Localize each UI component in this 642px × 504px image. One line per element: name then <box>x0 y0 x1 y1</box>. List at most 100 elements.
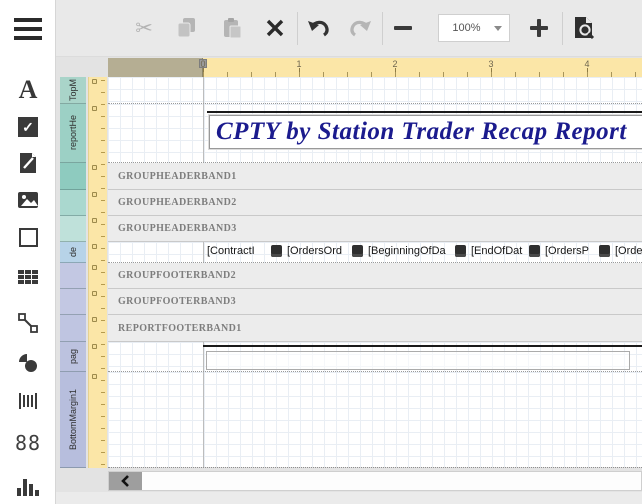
data-field-row: [ContractI [OrdersOrd [BeginningOfDa [En… <box>207 243 642 259</box>
data-field[interactable]: [ContractI <box>207 245 269 257</box>
data-field[interactable]: [Order <box>615 245 642 257</box>
band-label-strip: TopM reportHe de pag BottomMargin1 <box>60 77 86 468</box>
checkbox-tool-button[interactable]: ✓ <box>0 110 56 144</box>
chevron-left-icon <box>120 474 132 488</box>
band-bar-groupheaderband2[interactable]: GROUPHEADERBAND2 <box>108 190 642 216</box>
richtext-tool-button[interactable] <box>0 146 56 180</box>
band-label-bottom-margin[interactable]: BottomMargin1 <box>60 372 86 468</box>
band-top-margin[interactable] <box>108 77 642 104</box>
toolbar-separator <box>382 12 383 45</box>
shape-icon <box>18 353 38 373</box>
data-field[interactable]: [EndOfDat <box>471 245 527 257</box>
panel-tool-button[interactable] <box>0 220 56 254</box>
undo-button[interactable] <box>300 8 338 48</box>
text-icon: A <box>19 75 38 105</box>
toolbar-separator <box>297 12 298 45</box>
text-tool-button[interactable]: A <box>0 73 56 107</box>
table-tool-button[interactable] <box>0 260 56 294</box>
bar-chart-icon <box>17 479 39 496</box>
data-field-icon <box>271 245 282 257</box>
print-preview-icon <box>572 15 596 41</box>
barcode-icon <box>18 392 38 410</box>
scroll-left-button[interactable] <box>109 472 142 490</box>
data-field[interactable]: [OrdersOrd <box>287 245 350 257</box>
toolbox-sidebar: A ✓ 88 <box>0 0 56 504</box>
data-field[interactable]: [OrdersP <box>545 245 597 257</box>
header-rule-line[interactable] <box>207 111 642 113</box>
delete-button[interactable] <box>256 8 294 48</box>
menu-button[interactable] <box>14 18 42 40</box>
cut-button[interactable]: ✂ <box>125 8 163 48</box>
band-bar-groupheaderband1[interactable]: GROUPHEADERBAND1 <box>108 163 642 190</box>
band-data[interactable]: [ContractI [OrdersOrd [BeginningOfDa [En… <box>108 242 642 263</box>
report-title-textbox[interactable]: CPTY by Station Trader Recap Report <box>209 115 642 149</box>
preview-button[interactable] <box>565 8 603 48</box>
report-title: CPTY by Station Trader Recap Report <box>216 118 627 145</box>
zoom-out-button[interactable] <box>386 8 420 48</box>
data-field-icon <box>599 245 610 257</box>
ruler-number: 4 <box>581 59 593 69</box>
band-label-page-footer[interactable]: pag <box>60 342 86 372</box>
band-bar-groupheaderband3[interactable]: GROUPHEADERBAND3 <box>108 216 642 242</box>
delete-x-icon <box>265 18 285 38</box>
rich-text-icon <box>18 152 38 174</box>
data-field-icon <box>352 245 363 257</box>
zoom-level-value: 100% <box>439 22 494 34</box>
ruler-number: 3 <box>485 59 497 69</box>
data-field-icon <box>529 245 540 257</box>
data-field[interactable]: [BeginningOfDa <box>368 245 453 257</box>
footer-rule-line[interactable] <box>203 345 642 347</box>
footer-textbox[interactable] <box>206 351 630 370</box>
digital-display-tool-button[interactable]: 88 <box>0 426 56 460</box>
barcode-tool-button[interactable] <box>0 384 56 418</box>
line-tool-button[interactable] <box>0 306 56 340</box>
band-bar-groupfooterband2[interactable]: GROUPFOOTERBAND2 <box>108 263 642 289</box>
band-report-header[interactable]: CPTY by Station Trader Recap Report <box>108 104 642 163</box>
band-label-group-footer-2[interactable] <box>60 263 86 289</box>
vertical-ruler <box>88 77 107 468</box>
zoom-in-button[interactable] <box>520 8 558 48</box>
band-label-group-footer-3[interactable] <box>60 289 86 315</box>
rectangle-icon <box>19 228 38 247</box>
main-toolbar: ✂ 100% <box>56 0 642 57</box>
band-label-group-header-2[interactable] <box>60 190 86 216</box>
picture-icon <box>17 191 39 209</box>
horizontal-ruler: 0 1 2 3 4 <box>108 58 642 77</box>
redo-button[interactable] <box>341 8 379 48</box>
status-strip <box>56 492 642 504</box>
zoom-level-select[interactable]: 100% <box>438 14 510 42</box>
table-grid-icon <box>18 270 38 284</box>
chart-tool-button[interactable] <box>0 470 56 504</box>
band-label-group-header-3[interactable] <box>60 216 86 242</box>
redo-icon <box>348 18 372 38</box>
checkbox-icon: ✓ <box>18 117 38 137</box>
band-label-group-header-1[interactable] <box>60 163 86 190</box>
band-bottom-margin[interactable] <box>108 372 642 468</box>
band-label-top-margin[interactable]: TopM <box>60 77 86 104</box>
plus-icon <box>530 19 548 37</box>
picture-tool-button[interactable] <box>0 183 56 217</box>
chevron-down-icon <box>494 26 502 31</box>
horizontal-scrollbar[interactable] <box>108 471 642 491</box>
band-label-report-header[interactable]: reportHe <box>60 104 86 163</box>
paste-icon <box>221 17 243 39</box>
band-bar-groupfooterband3[interactable]: GROUPFOOTERBAND3 <box>108 289 642 315</box>
data-field-icon <box>455 245 466 257</box>
minus-icon <box>394 26 412 30</box>
copy-icon <box>176 17 198 39</box>
toolbar-separator <box>562 12 563 45</box>
undo-icon <box>307 18 331 38</box>
paste-button[interactable] <box>213 8 251 48</box>
ruler-number: 0 <box>197 59 209 69</box>
report-design-surface: CPTY by Station Trader Recap Report GROU… <box>108 77 642 468</box>
hamburger-icon <box>14 18 42 22</box>
band-bar-reportfooterband1[interactable]: REPORTFOOTERBAND1 <box>108 315 642 342</box>
band-label-report-footer[interactable] <box>60 315 86 342</box>
line-icon <box>18 313 38 333</box>
scissors-icon: ✂ <box>135 16 153 41</box>
band-page-footer[interactable] <box>108 342 642 372</box>
copy-button[interactable] <box>168 8 206 48</box>
ruler-number: 1 <box>293 59 305 69</box>
band-label-data-band[interactable]: de <box>60 242 86 263</box>
shape-tool-button[interactable] <box>0 346 56 380</box>
